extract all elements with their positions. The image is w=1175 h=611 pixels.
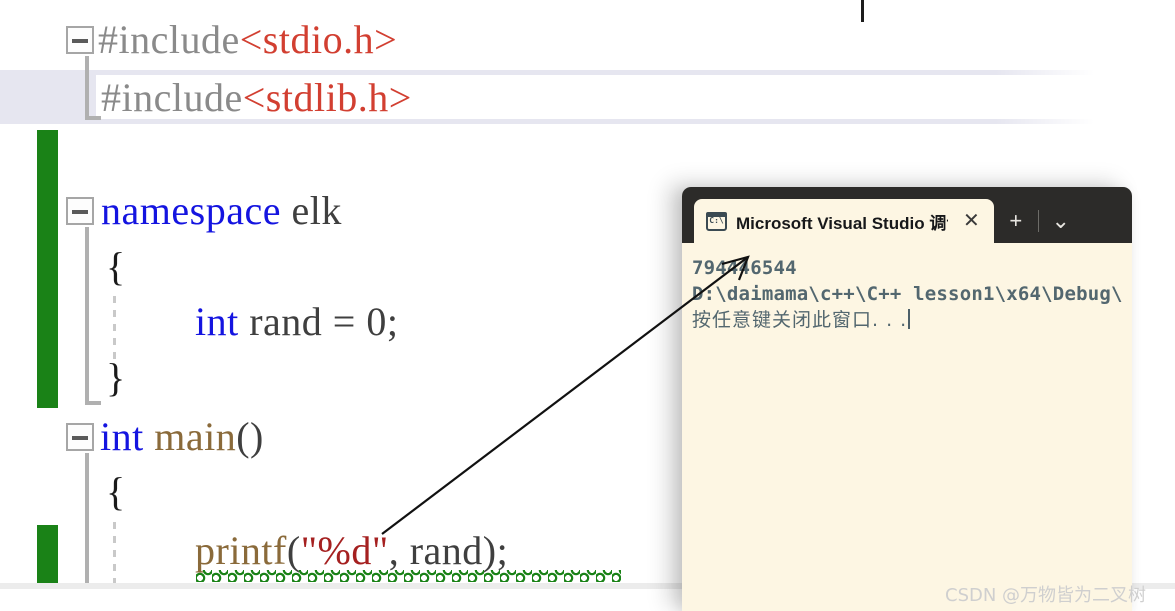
- console-window[interactable]: C:\ Microsoft Visual Studio 调试控 ✕ + ⌄ 79…: [682, 187, 1132, 611]
- line-printf-seg-3: , rand: [388, 528, 483, 573]
- fold-box-namespace[interactable]: [66, 197, 94, 225]
- change-bar-namespace: [37, 130, 58, 408]
- line-printf[interactable]: printf("%d", rand);: [195, 529, 508, 573]
- fold-box-include[interactable]: [66, 26, 94, 54]
- console-tabbar[interactable]: C:\ Microsoft Visual Studio 调试控 ✕ + ⌄: [682, 187, 1132, 243]
- line-int-main-seg-1: main: [143, 414, 237, 459]
- line-include-stdlib[interactable]: #include<stdlib.h>: [101, 76, 412, 120]
- line-printf-seg-4: );: [482, 528, 509, 573]
- line-namespace-seg-0: namespace: [101, 188, 281, 233]
- line-printf-seg-0: printf: [195, 528, 287, 573]
- watermark: CSDN @万物皆为二叉树: [945, 585, 1147, 606]
- line-include-stdlib-seg-1: <stdlib.h>: [242, 75, 412, 120]
- line-int-main-seg-2: (): [236, 414, 264, 459]
- error-squiggle: [196, 570, 621, 582]
- line-include-stdio[interactable]: #include<stdio.h>: [98, 18, 397, 62]
- line-printf-seg-2: "%d": [300, 528, 389, 573]
- line-include-stdio-seg-1: <stdio.h>: [239, 17, 398, 62]
- change-bar-printf: [37, 525, 58, 585]
- fold-elbow-include: [85, 116, 101, 120]
- line-int-main-seg-0: int: [100, 414, 144, 459]
- fold-box-main[interactable]: [66, 423, 94, 451]
- line-ns-open-brace[interactable]: {: [106, 245, 126, 289]
- console-line: 按任意键关闭此窗口. . .: [692, 307, 1132, 333]
- line-ns-close-brace[interactable]: }: [106, 356, 126, 400]
- line-include-stdlib-seg-0: #include: [101, 75, 243, 120]
- close-icon[interactable]: ✕: [959, 211, 984, 231]
- fold-elbow-namespace: [85, 401, 101, 405]
- text-caret: [861, 0, 864, 22]
- chevron-down-icon[interactable]: ⌄: [1039, 199, 1083, 243]
- indent-guide-main: [113, 522, 116, 586]
- console-line-text: 按任意键关闭此窗口. . .: [692, 309, 908, 331]
- line-int-rand-seg-1: rand = 0;: [238, 299, 399, 344]
- line-int-rand[interactable]: int rand = 0;: [195, 300, 398, 344]
- console-tab-title: Microsoft Visual Studio 调试控: [736, 213, 948, 233]
- console-tab[interactable]: C:\ Microsoft Visual Studio 调试控 ✕: [694, 199, 994, 243]
- line-namespace-seg-1: elk: [280, 188, 342, 233]
- console-line: 794446544: [692, 257, 797, 279]
- line-namespace[interactable]: namespace elk: [101, 189, 342, 233]
- line-int-rand-seg-0: int: [195, 299, 239, 344]
- line-main-open-brace[interactable]: {: [106, 470, 126, 514]
- line-int-main[interactable]: int main(): [100, 415, 264, 459]
- fold-guide-main: [85, 453, 89, 585]
- line-include-stdio-seg-0: #include: [98, 17, 240, 62]
- line-ns-close-brace-seg-0: }: [106, 355, 126, 400]
- console-tabbar-actions: + ⌄: [994, 199, 1083, 243]
- screenshot-root: #include<stdio.h> #include<stdlib.h> nam…: [0, 0, 1175, 611]
- console-caret: [908, 309, 911, 329]
- fold-guide-include: [85, 56, 89, 120]
- console-line: D:\daimama\c++\C++ lesson1\x64\Debug\: [692, 283, 1123, 305]
- new-tab-button[interactable]: +: [994, 199, 1038, 243]
- console-output[interactable]: 794446544 D:\daimama\c++\C++ lesson1\x64…: [682, 243, 1132, 611]
- line-printf-seg-1: (: [286, 528, 301, 573]
- line-main-open-brace-seg-0: {: [106, 469, 126, 514]
- line-ns-open-brace-seg-0: {: [106, 244, 126, 289]
- fold-guide-namespace: [85, 227, 89, 405]
- terminal-icon: C:\: [706, 211, 727, 231]
